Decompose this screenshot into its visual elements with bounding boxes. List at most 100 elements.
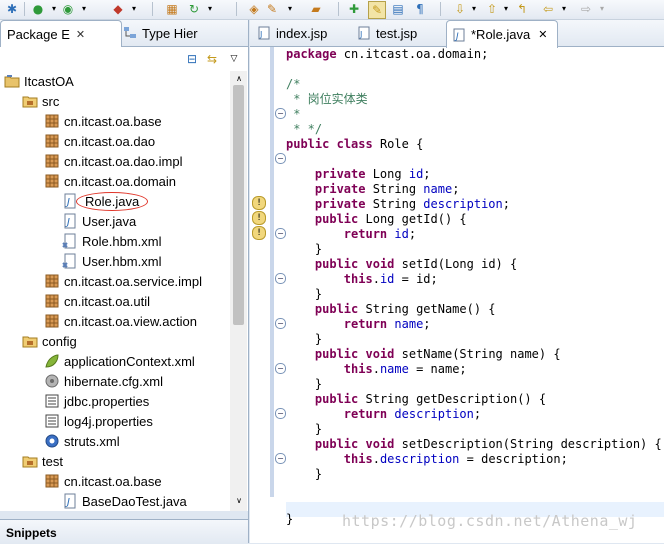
- fold-collapse-icon[interactable]: −: [275, 363, 286, 374]
- code-token: public: [314, 437, 359, 451]
- code-text-area[interactable]: package cn.itcast.oa.domain; /* * 岗位实体类 *…: [286, 47, 664, 543]
- open-task-dropdown-icon[interactable]: ▾: [282, 1, 298, 17]
- close-icon[interactable]: ✕: [538, 28, 547, 41]
- forward-icon[interactable]: ⇨: [578, 1, 594, 17]
- fold-collapse-icon[interactable]: −: [275, 453, 286, 464]
- warning-marker-icon[interactable]: !: [252, 226, 266, 240]
- fold-collapse-icon[interactable]: −: [275, 408, 286, 419]
- coverage-dropdown-icon[interactable]: ▾: [76, 1, 92, 17]
- snippets-view-tab[interactable]: Snippets: [0, 519, 248, 544]
- tree-item[interactable]: jdbc.properties: [44, 391, 149, 411]
- tree-item[interactable]: log4j.properties: [44, 411, 153, 431]
- tree-item[interactable]: cn.itcast.oa.view.action: [44, 311, 197, 331]
- hierarchy-icon: [122, 25, 138, 41]
- fold-collapse-icon[interactable]: −: [275, 153, 286, 164]
- code-token: = name;: [408, 362, 467, 376]
- warning-marker-icon[interactable]: !: [252, 196, 266, 210]
- external-tools-icon[interactable]: ◆: [110, 1, 126, 17]
- tree-item[interactable]: struts.xml: [44, 431, 120, 451]
- code-line: return id;: [286, 227, 416, 242]
- code-token: * 岗位实体类: [286, 92, 368, 106]
- code-token: id: [408, 167, 424, 181]
- tree-item[interactable]: Role.hbm.xml: [62, 231, 161, 251]
- toggle-mark-icon[interactable]: ✚: [346, 1, 362, 17]
- code-token: return: [343, 407, 388, 421]
- view-toolbar: ⊟ ⇆ ▽: [0, 47, 248, 71]
- highlight-pen-icon[interactable]: ✎: [368, 1, 386, 19]
- tree-item[interactable]: applicationContext.xml: [44, 351, 195, 371]
- tree-item[interactable]: cn.itcast.oa.dao.impl: [44, 151, 183, 171]
- open-folder-icon[interactable]: ▰: [308, 1, 324, 17]
- jsp-file-icon: J: [356, 25, 372, 41]
- back-dropdown-icon[interactable]: ▾: [556, 1, 572, 17]
- tree-item[interactable]: cn.itcast.oa.util: [44, 291, 150, 311]
- next-annotation-dropdown-icon[interactable]: ▾: [466, 1, 482, 17]
- refresh-icon[interactable]: ↻: [186, 1, 202, 17]
- fold-collapse-icon[interactable]: −: [275, 108, 286, 119]
- code-token: setId(Long id) {: [394, 257, 518, 271]
- vertical-ruler[interactable]: ! ! !: [250, 47, 271, 543]
- tree-vertical-scrollbar[interactable]: ∧ ∨: [230, 71, 247, 511]
- external-tools-dropdown-icon[interactable]: ▾: [126, 1, 142, 17]
- code-line: private Long id;: [286, 167, 431, 182]
- tab-role-java[interactable]: J *Role.java ✕: [446, 20, 558, 48]
- show-whitespace-icon[interactable]: ¶: [412, 1, 428, 17]
- fold-collapse-icon[interactable]: −: [275, 318, 286, 329]
- previous-annotation-dropdown-icon[interactable]: ▾: [498, 1, 514, 17]
- scroll-thumb[interactable]: [233, 85, 244, 325]
- tree-item[interactable]: cn.itcast.oa.base: [44, 471, 162, 491]
- code-line: }: [286, 332, 322, 347]
- project-icon: [4, 73, 20, 89]
- tree-item[interactable]: cn.itcast.oa.dao: [44, 131, 155, 151]
- fold-collapse-icon[interactable]: −: [275, 228, 286, 239]
- open-task-icon[interactable]: ✎: [264, 1, 280, 17]
- collapse-all-icon[interactable]: ⊟: [184, 51, 200, 67]
- code-token: .: [372, 272, 380, 286]
- code-token: }: [286, 467, 323, 481]
- tree-item[interactable]: hibernate.cfg.xml: [44, 371, 163, 391]
- open-type-icon[interactable]: ◈: [246, 1, 262, 17]
- refresh-dropdown-icon[interactable]: ▾: [202, 1, 218, 17]
- properties-file-icon: [44, 413, 60, 429]
- tab-type-hierarchy[interactable]: Type Hier: [122, 20, 240, 46]
- new-server-icon[interactable]: ▦: [164, 1, 180, 17]
- tab-package-explorer[interactable]: Package E ✕: [0, 20, 122, 48]
- code-token: String getDescription() {: [358, 392, 547, 406]
- tree-item[interactable]: cn.itcast.oa.domain: [44, 171, 176, 191]
- debug-icon[interactable]: ✱: [4, 1, 20, 17]
- run-icon[interactable]: ●: [30, 1, 46, 17]
- tab-test-jsp[interactable]: J test.jsp: [356, 20, 440, 46]
- tree-item[interactable]: J User.java: [62, 211, 136, 231]
- back-icon[interactable]: ⇦: [540, 1, 556, 17]
- fold-collapse-icon[interactable]: −: [275, 273, 286, 284]
- tree-item[interactable]: test: [22, 451, 63, 471]
- scroll-down-icon[interactable]: ∨: [231, 493, 247, 509]
- code-token: }: [286, 242, 323, 256]
- code-token: * */: [286, 122, 323, 136]
- tree-item[interactable]: config: [22, 331, 77, 351]
- close-icon[interactable]: ✕: [76, 28, 85, 41]
- tree-item[interactable]: cn.itcast.oa.service.impl: [44, 271, 202, 291]
- link-with-editor-icon[interactable]: ⇆: [204, 51, 220, 67]
- tab-index-jsp[interactable]: J index.jsp: [256, 20, 346, 46]
- last-edit-location-icon[interactable]: ↰: [514, 1, 530, 17]
- block-selection-icon[interactable]: ▤: [390, 1, 406, 17]
- warning-marker-icon[interactable]: !: [252, 211, 266, 225]
- tree-item[interactable]: ItcastOA: [4, 71, 74, 91]
- code-line: public Long getId() {: [286, 212, 467, 227]
- watermark: https://blog.csdn.net/Athena_wj: [342, 512, 638, 530]
- tree-item-label: cn.itcast.oa.view.action: [64, 313, 197, 329]
- tree-item[interactable]: J Role.java: [62, 191, 149, 211]
- view-menu-icon[interactable]: ▽: [226, 51, 242, 67]
- forward-dropdown-icon[interactable]: ▾: [594, 1, 610, 17]
- code-token: setName(String name) {: [394, 347, 561, 361]
- tree-item[interactable]: src: [22, 91, 59, 111]
- tree-item[interactable]: J BaseDaoTest.java: [62, 491, 187, 511]
- tree-item[interactable]: User.hbm.xml: [62, 251, 161, 271]
- code-line: /*: [286, 77, 300, 92]
- tree-item[interactable]: cn.itcast.oa.base: [44, 111, 162, 131]
- coverage-icon[interactable]: ◉: [60, 1, 76, 17]
